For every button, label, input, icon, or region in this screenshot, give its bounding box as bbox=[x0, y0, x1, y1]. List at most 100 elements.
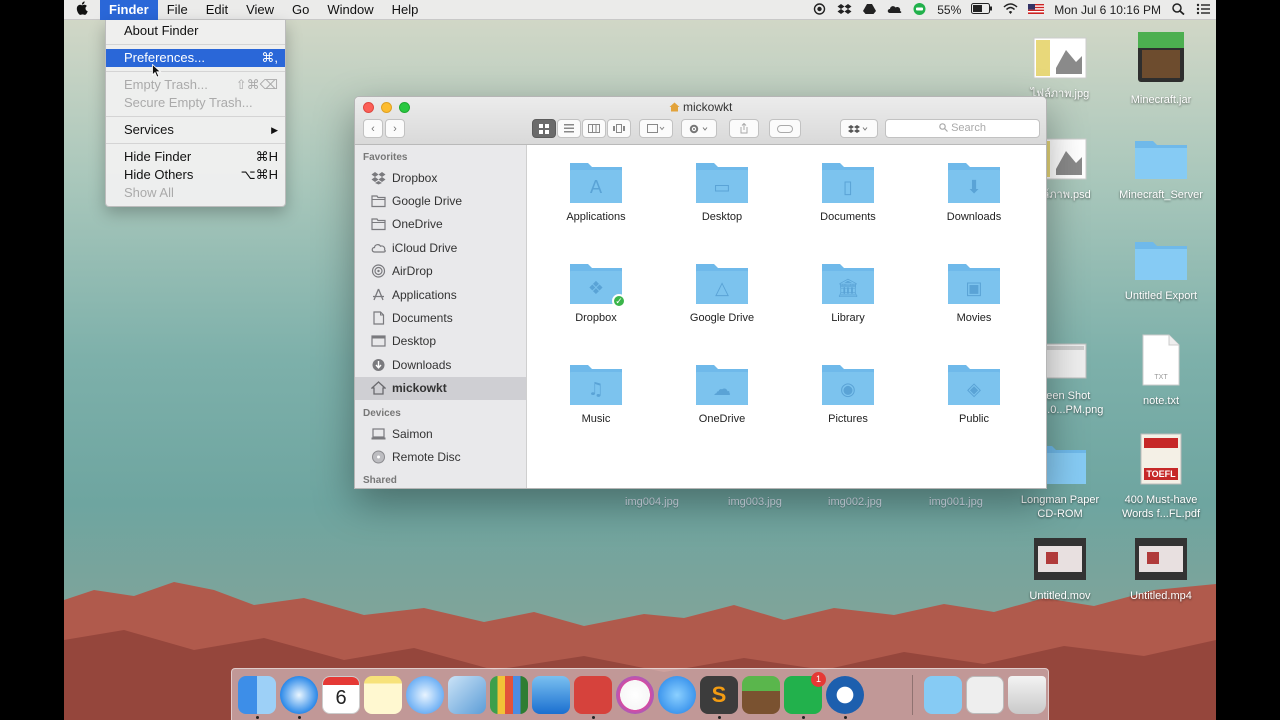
input-source-flag-icon[interactable] bbox=[1023, 3, 1049, 17]
forward-button[interactable]: › bbox=[385, 119, 405, 138]
dock-preview-icon[interactable] bbox=[448, 676, 486, 714]
folder-item[interactable]: ◈ Public bbox=[914, 361, 1034, 425]
dock-trash-icon[interactable] bbox=[1008, 676, 1046, 714]
menu-item-empty-trash[interactable]: Empty Trash... ⇧⌘⌫ bbox=[106, 76, 285, 94]
desktop-folder-minecraft-server[interactable]: Minecraft_Server bbox=[1113, 135, 1209, 202]
menu-item-show-all[interactable]: Show All bbox=[106, 184, 285, 202]
folder-item[interactable]: ▯ Documents bbox=[788, 159, 908, 223]
sidebar-item-downloads[interactable]: Downloads bbox=[355, 353, 526, 376]
dropbox-icon bbox=[848, 124, 868, 133]
dropbox-toolbar-button[interactable] bbox=[840, 119, 878, 138]
folder-item[interactable]: ☁ OneDrive bbox=[662, 361, 782, 425]
desktop-file-jpg[interactable]: ไฟล์ภาพ.jpg bbox=[1012, 36, 1108, 101]
menu-item-hide-others[interactable]: Hide Others ⌥⌘H bbox=[106, 166, 285, 184]
svg-text:▯: ▯ bbox=[843, 177, 853, 198]
sidebar-item-desktop[interactable]: Desktop bbox=[355, 330, 526, 353]
menu-item-secure-empty-trash[interactable]: Secure Empty Trash... bbox=[106, 94, 285, 112]
dock-numbers-icon[interactable] bbox=[490, 676, 528, 714]
desktop-folder-untitled-export[interactable]: Untitled Export bbox=[1113, 236, 1209, 303]
arrange-button[interactable] bbox=[639, 119, 673, 138]
dock-keynote-icon[interactable] bbox=[532, 676, 570, 714]
menu-finder[interactable]: Finder bbox=[100, 0, 158, 20]
dock-wunderlist-icon[interactable] bbox=[574, 676, 612, 714]
search-input[interactable]: Search bbox=[885, 119, 1040, 138]
list-view-button[interactable] bbox=[557, 119, 581, 138]
battery-percent[interactable]: 55% bbox=[932, 3, 966, 17]
dock-minecraft-icon[interactable] bbox=[742, 676, 780, 714]
notification-center-icon[interactable] bbox=[1191, 3, 1216, 18]
column-view-button[interactable] bbox=[582, 119, 606, 138]
share-button[interactable] bbox=[729, 119, 759, 138]
folder-item[interactable]: ♫ Music bbox=[536, 361, 656, 425]
folder-item[interactable]: ▣ Movies bbox=[914, 260, 1034, 324]
spotlight-icon[interactable] bbox=[1166, 2, 1191, 18]
google-drive-icon[interactable] bbox=[857, 3, 882, 18]
sidebar-item-saimon[interactable]: Saimon bbox=[355, 422, 526, 445]
sidebar-item-applications[interactable]: Applications bbox=[355, 283, 526, 306]
menu-window[interactable]: Window bbox=[318, 0, 382, 20]
tags-button[interactable] bbox=[769, 119, 801, 138]
sidebar-item-home[interactable]: mickowkt bbox=[355, 376, 526, 400]
list-icon bbox=[564, 124, 574, 133]
menu-go[interactable]: Go bbox=[283, 0, 318, 20]
dropbox-icon[interactable] bbox=[832, 3, 857, 18]
svg-text:⬇: ⬇ bbox=[966, 177, 981, 198]
dock-sublime-icon[interactable]: S bbox=[700, 676, 738, 714]
menu-item-about-finder[interactable]: About Finder bbox=[106, 22, 285, 40]
battery-icon[interactable] bbox=[966, 3, 998, 17]
folder-item[interactable]: 🏛 Library bbox=[788, 260, 908, 324]
dock-safari-icon[interactable] bbox=[280, 676, 318, 714]
onedrive-icon[interactable] bbox=[882, 3, 907, 18]
sidebar-item-remote-disc[interactable]: Remote Disc bbox=[355, 445, 526, 468]
desktop-file-untitled-mov[interactable]: Untitled.mov bbox=[1012, 536, 1108, 603]
dock-finder-icon[interactable] bbox=[238, 676, 276, 714]
cover-flow-button[interactable] bbox=[607, 119, 631, 138]
folder-item[interactable]: △ Google Drive bbox=[662, 260, 782, 324]
desktop-file-toefl-pdf[interactable]: TOEFL 400 Must-have Words f...FL.pdf bbox=[1113, 432, 1209, 521]
dock-quicktime-icon[interactable] bbox=[826, 676, 864, 714]
sidebar-item-onedrive[interactable]: OneDrive bbox=[355, 213, 526, 236]
menu-shortcut: ⌘, bbox=[261, 50, 278, 65]
menu-edit[interactable]: Edit bbox=[197, 0, 237, 20]
desktop-file-note-txt[interactable]: TXT note.txt bbox=[1113, 333, 1209, 408]
action-button[interactable] bbox=[681, 119, 717, 138]
dock-calendar-icon[interactable]: 6 bbox=[322, 676, 360, 714]
menu-item-preferences[interactable]: Preferences... ⌘, bbox=[106, 49, 285, 67]
folder-item[interactable]: ❖ ✓ Dropbox bbox=[536, 260, 656, 324]
sidebar-item-label: Applications bbox=[392, 287, 457, 302]
sidebar-item-dropbox[interactable]: Dropbox bbox=[355, 166, 526, 189]
dock-app-store-icon[interactable] bbox=[658, 676, 696, 714]
computer-icon bbox=[371, 427, 386, 440]
dock-line-icon[interactable]: 1 bbox=[784, 672, 826, 714]
dock-downloads-stack-icon[interactable] bbox=[924, 676, 962, 714]
folder-item[interactable]: ⬇ Downloads bbox=[914, 159, 1034, 223]
desktop-file-untitled-mp4[interactable]: Untitled.mp4 bbox=[1113, 536, 1209, 603]
back-button[interactable]: ‹ bbox=[363, 119, 383, 138]
dock-notes-icon[interactable] bbox=[364, 676, 402, 714]
clock[interactable]: Mon Jul 6 10:16 PM bbox=[1049, 3, 1166, 17]
folder-item[interactable]: A Applications bbox=[536, 159, 656, 223]
icon-view-button[interactable] bbox=[532, 119, 556, 138]
search-placeholder: Search bbox=[951, 122, 986, 134]
menu-view[interactable]: View bbox=[237, 0, 283, 20]
sidebar-item-icloud-drive[interactable]: iCloud Drive bbox=[355, 236, 526, 259]
wifi-icon[interactable] bbox=[998, 2, 1023, 18]
record-icon[interactable] bbox=[807, 2, 832, 18]
menu-help[interactable]: Help bbox=[383, 0, 428, 20]
ghost-file-label: img004.jpg bbox=[625, 496, 679, 508]
dock-itunes-icon[interactable] bbox=[616, 676, 654, 714]
folder-item[interactable]: ◉ Pictures bbox=[788, 361, 908, 425]
sidebar-item-google-drive[interactable]: Google Drive bbox=[355, 189, 526, 212]
apple-menu-icon[interactable] bbox=[64, 1, 100, 18]
folder-item[interactable]: ▭ Desktop bbox=[662, 159, 782, 223]
menu-file[interactable]: File bbox=[158, 0, 197, 20]
sidebar-item-airdrop[interactable]: AirDrop bbox=[355, 260, 526, 283]
tag-icon bbox=[777, 124, 793, 133]
dock-documents-stack-icon[interactable] bbox=[966, 676, 1004, 714]
sidebar-item-documents[interactable]: Documents bbox=[355, 306, 526, 329]
line-icon[interactable] bbox=[907, 2, 932, 18]
dock-messages-icon[interactable] bbox=[406, 676, 444, 714]
desktop-file-minecraft-jar[interactable]: Minecraft.jar bbox=[1113, 28, 1209, 107]
menu-item-services[interactable]: Services ▶ bbox=[106, 121, 285, 139]
menu-item-hide-finder[interactable]: Hide Finder ⌘H bbox=[106, 148, 285, 166]
